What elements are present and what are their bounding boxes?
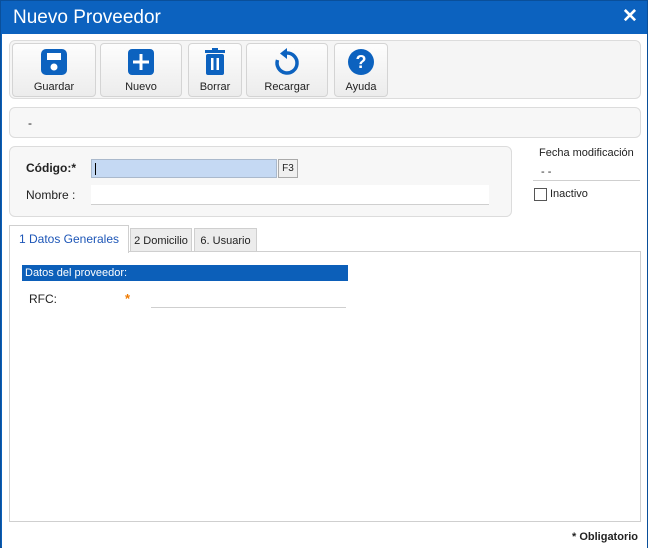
inactivo-label[interactable]: Inactivo bbox=[550, 188, 588, 200]
nombre-label: Nombre : bbox=[26, 188, 76, 202]
new-label: Nuevo bbox=[125, 81, 157, 93]
reload-icon bbox=[275, 48, 299, 75]
reload-button[interactable]: Recargar bbox=[246, 43, 328, 97]
fecha-modificacion-label: Fecha modificación bbox=[539, 147, 634, 159]
section-header: Datos del proveedor: bbox=[22, 265, 348, 281]
plus-icon bbox=[128, 49, 154, 75]
help-icon: ? bbox=[348, 49, 374, 75]
f3-lookup-button[interactable]: F3 bbox=[278, 159, 298, 178]
save-icon bbox=[41, 49, 67, 75]
save-button[interactable]: Guardar bbox=[12, 43, 96, 97]
dialog-body: Guardar Nuevo Borrar Recargar ? Ayuda - … bbox=[2, 34, 647, 548]
inactivo-checkbox[interactable] bbox=[534, 188, 547, 201]
required-note: * Obligatorio bbox=[572, 531, 638, 543]
codigo-label: Código:* bbox=[26, 161, 76, 175]
tab-domicilio[interactable]: 2 Domicilio bbox=[130, 228, 192, 252]
dialog-window: Nuevo Proveedor ✕ Guardar Nuevo Borrar R… bbox=[0, 0, 648, 548]
window-title: Nuevo Proveedor bbox=[13, 7, 161, 28]
rfc-label: RFC: bbox=[29, 292, 57, 306]
codigo-input[interactable] bbox=[91, 159, 277, 178]
tab-datos-generales[interactable]: 1 Datos Generales bbox=[9, 225, 129, 253]
svg-text:?: ? bbox=[356, 52, 367, 72]
help-label: Ayuda bbox=[345, 81, 377, 93]
info-bar: - bbox=[9, 107, 641, 138]
new-button[interactable]: Nuevo bbox=[100, 43, 182, 97]
reload-label: Recargar bbox=[264, 81, 310, 93]
trash-icon bbox=[205, 48, 225, 75]
tab-usuario[interactable]: 6. Usuario bbox=[194, 228, 257, 252]
help-button[interactable]: ? Ayuda bbox=[334, 43, 388, 97]
delete-label: Borrar bbox=[199, 81, 231, 93]
toolbar: Guardar Nuevo Borrar Recargar ? Ayuda bbox=[9, 40, 641, 99]
code-group: Código:* F3 Nombre : bbox=[9, 146, 512, 217]
tab-panel: Datos del proveedor: RFC: * bbox=[9, 251, 641, 522]
text-caret bbox=[95, 163, 96, 175]
delete-button[interactable]: Borrar bbox=[188, 43, 242, 97]
title-bar: Nuevo Proveedor ✕ bbox=[1, 1, 647, 34]
save-label: Guardar bbox=[33, 81, 75, 93]
nombre-input[interactable] bbox=[91, 185, 489, 205]
close-icon[interactable]: ✕ bbox=[619, 5, 641, 29]
required-marker: * bbox=[125, 291, 131, 306]
fecha-modificacion-value: - - bbox=[533, 166, 640, 181]
rfc-input[interactable] bbox=[151, 288, 346, 308]
info-text: - bbox=[28, 116, 32, 130]
